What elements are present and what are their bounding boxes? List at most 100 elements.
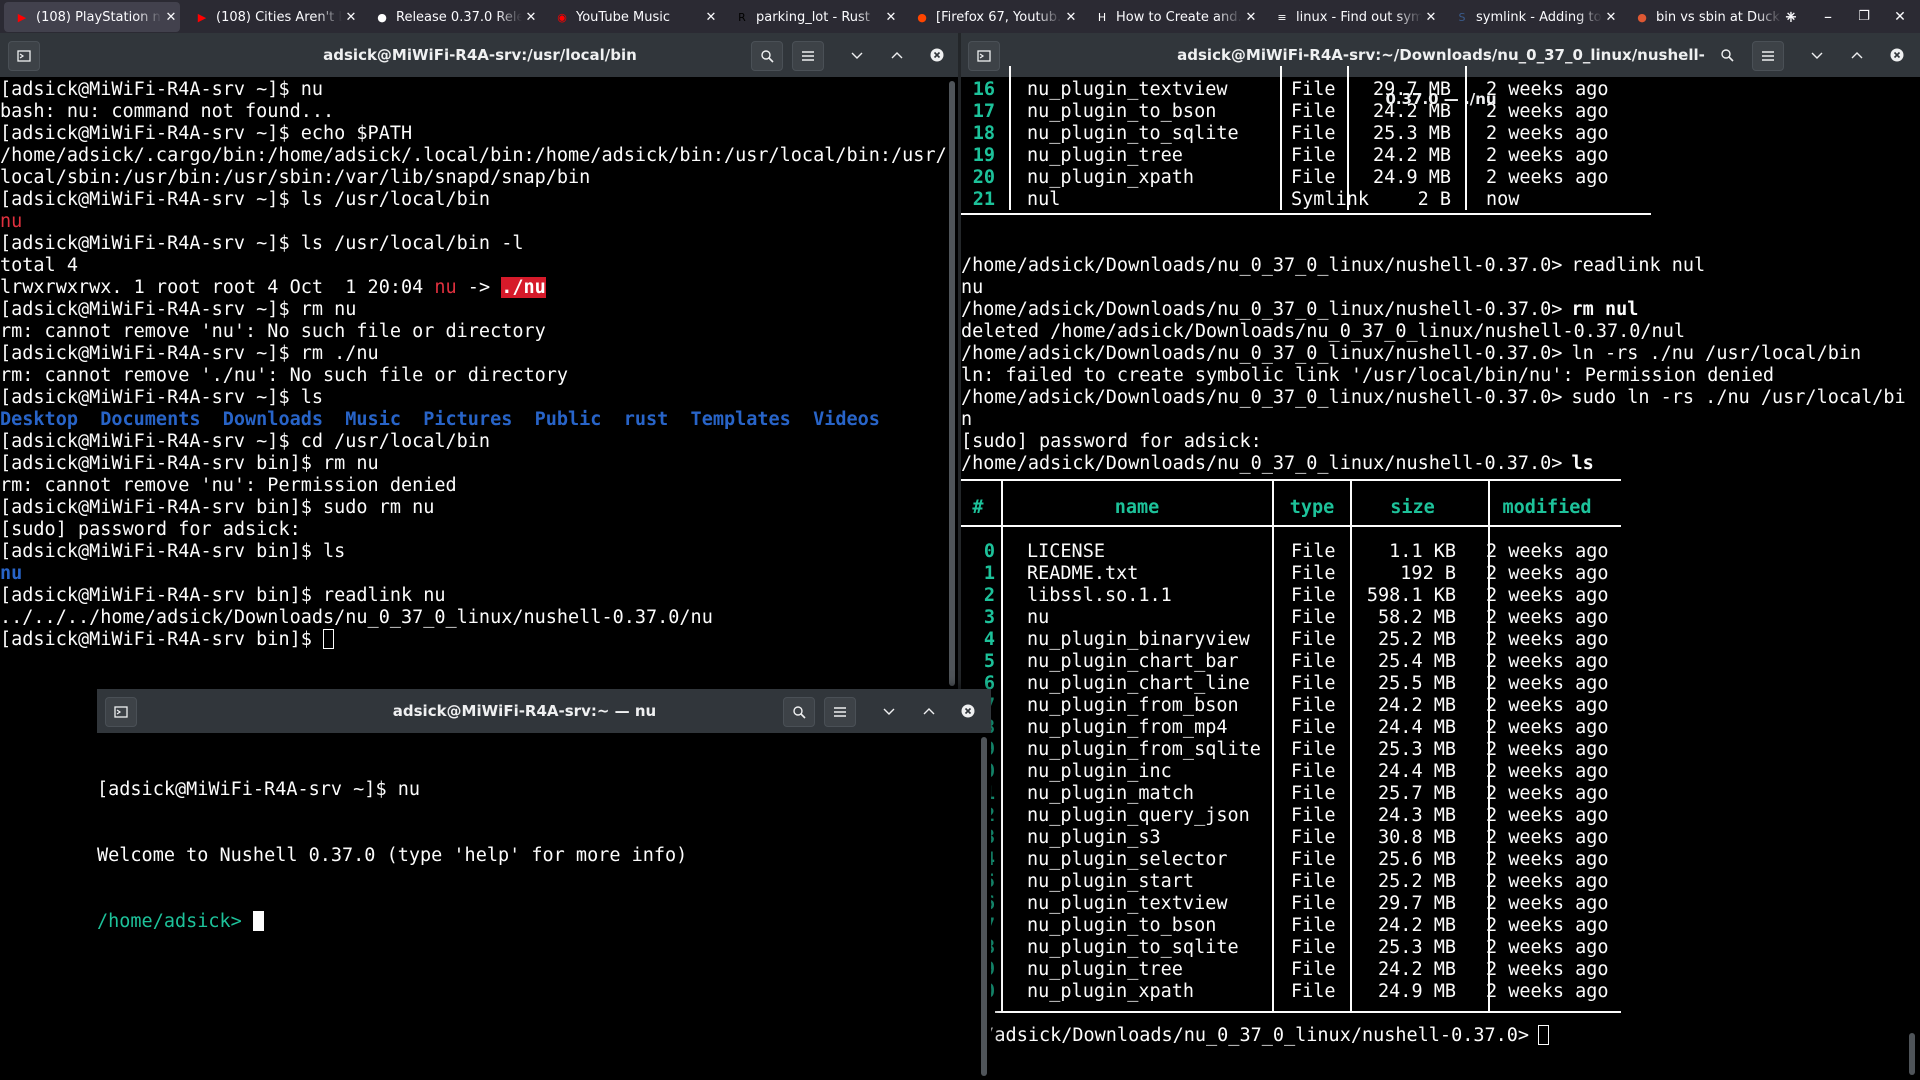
close-tab-icon[interactable]: ✕ (1602, 10, 1620, 25)
terminal-window-nushell[interactable]: adsick@MiWiFi-R4A-srv:~ — nu [adsick@MiW… (97, 689, 991, 1080)
file-type: File (1291, 981, 1336, 1002)
command-readlink: readlink nul (1560, 255, 1706, 276)
file-type: File (1291, 673, 1336, 694)
search-icon[interactable] (783, 697, 815, 727)
file-modified: 2 weeks ago (1486, 783, 1609, 804)
file-size: 598.1 KB (1366, 585, 1456, 606)
file-type: File (1291, 915, 1336, 936)
file-size: 24.3 MB (1378, 805, 1456, 826)
browser-tab[interactable]: ▶ (108) Cities Aren't L…✕ (184, 2, 360, 32)
terminal-line: local/sbin:/usr/bin:/usr/sbin:/var/lib/s… (0, 167, 958, 189)
row-index: 2 (983, 585, 995, 606)
file-modified: 2 weeks ago (1486, 717, 1609, 738)
row-index: 3 (983, 607, 995, 628)
tab-title: parking_lot - Rust (756, 9, 870, 25)
file-name: nul (1027, 189, 1061, 210)
file-size: 29.7 MB (1373, 79, 1451, 100)
file-type: File (1291, 79, 1336, 100)
close-tab-icon[interactable]: ✕ (1062, 10, 1080, 25)
terminal-line: [sudo] password for adsick: (0, 519, 958, 541)
terminal-window-right[interactable]: adsick@MiWiFi-R4A-srv:~/Downloads/nu_0_3… (961, 33, 1920, 1080)
new-tab-icon[interactable] (105, 697, 137, 727)
file-type: File (1291, 651, 1336, 672)
browser-tab[interactable]: ● [Firefox 67, Youtub… ✕ (904, 2, 1080, 32)
close-tab-icon[interactable]: ✕ (882, 10, 900, 25)
file-modified: now (1486, 189, 1520, 210)
hamburger-menu-icon[interactable] (792, 41, 824, 71)
close-window-button[interactable]: ✕ (1882, 4, 1918, 30)
scrollbar[interactable] (1909, 1033, 1915, 1075)
restore-window-button[interactable]: ❐ (1846, 4, 1882, 30)
command-output: ln: failed to create symbolic link '/usr… (961, 365, 1775, 386)
browser-tab[interactable]: H How to Create and… ✕ (1084, 2, 1260, 32)
browser-tab[interactable]: ◉ YouTube Music ✕ (544, 2, 720, 32)
file-type: File (1291, 695, 1336, 716)
chevron-up-icon[interactable] (914, 697, 944, 725)
file-type: File (1291, 937, 1336, 958)
terminal-text: local/sbin:/usr/bin:/usr/sbin:/var/lib/s… (0, 167, 591, 188)
terminal-text: rm: cannot remove 'nu': No such file or … (0, 321, 546, 342)
file-type: File (1291, 629, 1336, 650)
table-top-border (961, 479, 1621, 481)
close-icon[interactable] (953, 697, 983, 725)
terminal-text: [adsick@MiWiFi-R4A-srv ~]$ rm ./nu (0, 343, 379, 364)
file-name: nu_plugin_from_bson (1027, 695, 1239, 716)
file-size: 25.3 MB (1378, 937, 1456, 958)
chevron-down-icon[interactable] (842, 41, 872, 69)
file-modified: 2 weeks ago (1486, 585, 1609, 606)
file-name: README.txt (1027, 563, 1139, 584)
chevron-up-icon[interactable] (882, 41, 912, 69)
scrollbar[interactable] (981, 737, 987, 1076)
row-index: 21 (972, 189, 995, 210)
close-tab-icon[interactable]: ✕ (1242, 10, 1260, 25)
browser-tab[interactable]: Rparking_lot - Rust ✕ (724, 2, 900, 32)
file-name: nu_plugin_to_sqlite (1027, 937, 1239, 958)
file-size: 25.4 MB (1378, 651, 1456, 672)
file-size: 25.7 MB (1378, 783, 1456, 804)
file-name: nu_plugin_xpath (1027, 981, 1195, 1002)
youtube-icon: ▶ (197, 10, 207, 24)
file-type: File (1291, 717, 1336, 738)
terminal-text: [adsick@MiWiFi-R4A-srv bin]$ rm nu (0, 453, 379, 474)
file-size: 24.4 MB (1378, 717, 1456, 738)
terminal-output[interactable]: [adsick@MiWiFi-R4A-srv ~]$ nu Welcome to… (97, 735, 991, 1080)
browser-tab[interactable]: ≡ linux - Find out sym…✕ (1264, 2, 1440, 32)
terminal-line: [adsick@MiWiFi-R4A-srv ~]$ ls /usr/local… (0, 233, 958, 255)
file-type: File (1291, 849, 1336, 870)
terminal-line: lrwxrwxrwx. 1 root root 4 Oct 1 20:04 nu… (0, 277, 958, 299)
terminal-output[interactable]: [adsick@MiWiFi-R4A-srv ~]$ nu bash: nu: c… (0, 79, 958, 690)
browser-tab[interactable]: ▶ (108) PlayStation n… ✕ (4, 2, 180, 32)
file-size: 1.1 KB (1389, 541, 1456, 562)
browser-tab[interactable]: Ssymlink - Adding to… ✕ (1444, 2, 1620, 32)
browser-tab-strip: ▶ (108) PlayStation n… ✕ ▶ (108) Cities Aren… (0, 0, 1920, 33)
close-tab-icon[interactable]: ✕ (1422, 10, 1440, 25)
minimize-window-button[interactable]: – (1810, 4, 1846, 30)
close-tab-icon[interactable]: ✕ (522, 10, 540, 25)
chevron-down-icon[interactable] (874, 697, 904, 725)
close-icon[interactable] (922, 41, 952, 69)
file-type: File (1291, 607, 1336, 628)
new-tab-icon[interactable] (8, 41, 40, 71)
terminal-line: Welcome to Nushell 0.37.0 (type 'help' f… (97, 845, 688, 866)
window-titlebar[interactable]: adsick@MiWiFi-R4A-srv:/usr/local/bin (0, 33, 958, 77)
terminal-line: nu (0, 211, 958, 233)
scrollbar[interactable] (949, 81, 955, 686)
file-modified: 2 weeks ago (1486, 123, 1609, 144)
terminal-text: [adsick@MiWiFi-R4A-srv ~]$ ls /usr/local… (0, 233, 524, 254)
nu-prompt: /home/adsick/Downloads/nu_0_37_0_linux/n… (961, 255, 1563, 276)
window-titlebar[interactable]: adsick@MiWiFi-R4A-srv:~ — nu (97, 689, 991, 733)
close-tab-icon[interactable]: ✕ (702, 10, 720, 25)
new-tab-button[interactable]: + (1773, 4, 1809, 30)
file-name: nu_plugin_tree (1027, 145, 1183, 166)
close-tab-icon[interactable]: ✕ (162, 10, 180, 25)
file-name: nu_plugin_to_bson (1027, 101, 1217, 122)
hamburger-menu-icon[interactable] (824, 697, 856, 727)
search-icon[interactable] (751, 41, 783, 71)
browser-tab[interactable]: ● Release 0.37.0 Rele…✕ (364, 2, 540, 32)
close-tab-icon[interactable]: ✕ (342, 10, 360, 25)
terminal-output[interactable]: 16 nu_plugin_textview File 29.7 MB 2 weeks a… (961, 33, 1920, 1080)
file-type: File (1291, 761, 1336, 782)
file-size: 58.2 MB (1378, 607, 1456, 628)
file-type: File (1291, 959, 1336, 980)
terminal-window-left[interactable]: adsick@MiWiFi-R4A-srv:/usr/local/bin [ad… (0, 33, 958, 690)
